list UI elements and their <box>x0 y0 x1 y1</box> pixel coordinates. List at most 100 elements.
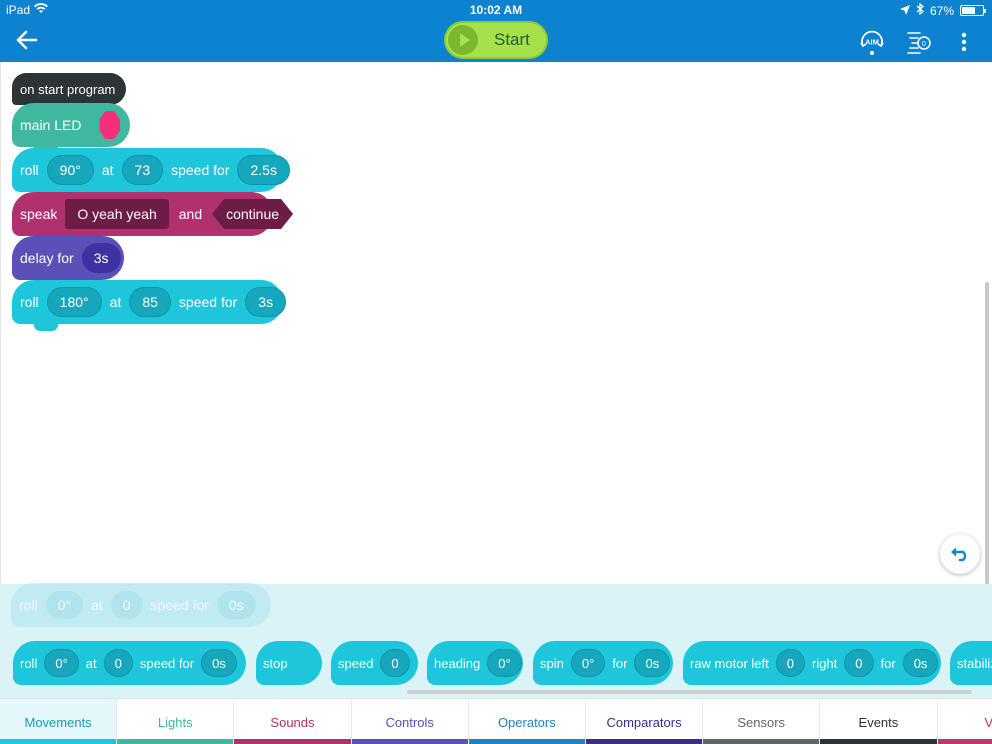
at-label: at <box>101 162 114 178</box>
speak-block[interactable]: speak O yeah yeah and continue <box>12 192 273 243</box>
heading-input[interactable]: 90° <box>46 155 94 185</box>
palette-spin-block[interactable]: spin 0° for 0s <box>533 641 673 685</box>
tab-label: Events <box>858 714 899 730</box>
palette-heading-block[interactable]: heading 0° <box>427 641 523 685</box>
palette-speed-block[interactable]: speed 0 <box>331 641 418 685</box>
battery-percent: 67% <box>929 3 954 18</box>
bluetooth-icon <box>916 2 924 18</box>
palette-stop-block[interactable]: stop <box>256 641 322 685</box>
tab-color-bar <box>234 739 351 744</box>
speak-mode-toggle[interactable]: continue <box>212 199 293 229</box>
aim-button[interactable]: AIM <box>858 28 886 56</box>
right-motor-input[interactable]: 0 <box>844 649 874 677</box>
stop-label: stop <box>263 655 288 671</box>
at-label: at <box>109 294 122 310</box>
heading-input[interactable]: 0° <box>44 649 79 677</box>
start-label: Start <box>494 30 530 49</box>
speak-text-input[interactable]: O yeah yeah <box>65 199 169 229</box>
at-label: at <box>85 655 97 671</box>
roll-label: roll <box>20 294 39 310</box>
more-menu-button[interactable] <box>956 30 972 54</box>
ghost-speed-for-label: speed for <box>150 597 209 613</box>
tab-label: Sounds <box>270 714 315 730</box>
tab-label: Controls <box>385 714 434 730</box>
roll-label: roll <box>20 655 38 671</box>
right-label: right <box>811 655 838 671</box>
speed-input[interactable]: 0 <box>380 649 410 677</box>
ghost-roll-label: roll <box>19 597 38 613</box>
tab-sounds[interactable]: Sounds <box>234 699 352 744</box>
program-canvas[interactable]: on start program main LED roll 90° at 73… <box>0 62 992 618</box>
and-label: and <box>178 206 203 222</box>
speak-label: speak <box>20 206 58 222</box>
canvas-vertical-scrollbar[interactable] <box>985 282 989 618</box>
play-icon <box>448 25 478 55</box>
main-led-block[interactable]: main LED <box>12 103 130 154</box>
roll-block[interactable]: roll 90° at 73 speed for 2.5s <box>12 148 290 199</box>
spin-angle-input[interactable]: 0° <box>570 649 606 677</box>
speed-input[interactable]: 73 <box>121 155 164 185</box>
stabilize-label: stabiliz <box>957 655 992 671</box>
tab-label: Sensors <box>737 714 786 730</box>
tab-controls[interactable]: Controls <box>351 699 469 744</box>
delay-block[interactable]: delay for 3s <box>12 236 124 287</box>
roll-label: roll <box>20 162 39 178</box>
speed-input[interactable]: 85 <box>129 287 171 317</box>
arrow-left-icon <box>16 30 38 50</box>
tab-color-bar <box>585 739 703 744</box>
duration-input[interactable]: 2.5s <box>237 155 290 185</box>
delay-duration-input[interactable]: 3s <box>81 243 121 273</box>
speed-for-label: speed for <box>178 294 238 310</box>
tab-lights[interactable]: Lights <box>117 699 235 744</box>
tab-vari[interactable]: Vari <box>937 699 992 744</box>
category-tabs: Movements Lights Sounds Controls Operators Co… <box>0 698 992 744</box>
on-start-program-block[interactable]: on start program <box>12 73 126 105</box>
status-time: 10:02 AM <box>469 3 523 17</box>
left-motor-input[interactable]: 0 <box>775 649 805 677</box>
status-bar: iPad 10:02 AM 67% <box>0 0 992 20</box>
heading-label: heading <box>434 655 481 671</box>
tab-sensors[interactable]: Sensors <box>703 699 821 744</box>
tab-label: Operators <box>497 714 556 730</box>
tab-color-bar <box>820 739 937 744</box>
undo-button[interactable] <box>940 534 980 574</box>
tab-color-bar <box>468 739 585 744</box>
ghost-at-label: at <box>91 597 103 613</box>
spin-label: spin <box>540 655 564 671</box>
ghost-duration: 0s <box>216 591 256 619</box>
for-label: for <box>880 655 896 671</box>
aim-icon: AIM <box>860 30 884 55</box>
back-button[interactable] <box>14 28 40 52</box>
raw-motor-duration-input[interactable]: 0s <box>902 649 939 677</box>
tab-color-bar <box>937 739 992 744</box>
duration-input[interactable]: 3s <box>245 287 287 317</box>
palette-roll-block[interactable]: roll 0° at 0 speed for 0s <box>13 641 246 685</box>
heading-input[interactable]: 180° <box>46 287 102 317</box>
on-start-label: on start program <box>20 81 116 97</box>
more-vertical-icon <box>961 32 967 52</box>
led-color-swatch[interactable] <box>99 111 120 139</box>
tab-label: Vari <box>984 714 992 730</box>
tab-comparators[interactable]: Comparators <box>585 699 704 744</box>
palette-raw-motor-block[interactable]: raw motor left 0 right 0 for 0s <box>683 641 941 685</box>
tab-events[interactable]: Events <box>820 699 938 744</box>
palette-stabilize-block[interactable]: stabiliz <box>950 641 992 685</box>
tab-label: Movements <box>24 714 92 730</box>
speed-label: speed <box>338 655 374 671</box>
duration-input[interactable]: 0s <box>201 649 237 677</box>
sensor-list-icon: 0 <box>907 32 931 54</box>
start-button[interactable]: Start <box>444 21 548 59</box>
sensor-label: 0 <box>922 41 926 48</box>
raw-motor-left-label: raw motor left <box>690 655 769 671</box>
tab-operators[interactable]: Operators <box>468 699 586 744</box>
heading-input[interactable]: 0° <box>487 649 522 677</box>
tab-movements[interactable]: Movements <box>0 699 118 744</box>
palette-horizontal-scrollbar[interactable] <box>407 690 972 694</box>
roll-block[interactable]: roll 180° at 85 speed for 3s <box>12 280 287 331</box>
speed-input[interactable]: 0 <box>103 649 133 677</box>
tab-label: Lights <box>157 714 193 730</box>
spin-duration-input[interactable]: 0s <box>634 649 671 677</box>
sensor-data-button[interactable]: 0 <box>905 28 933 56</box>
battery-icon <box>960 5 986 16</box>
for-label: for <box>612 655 628 671</box>
